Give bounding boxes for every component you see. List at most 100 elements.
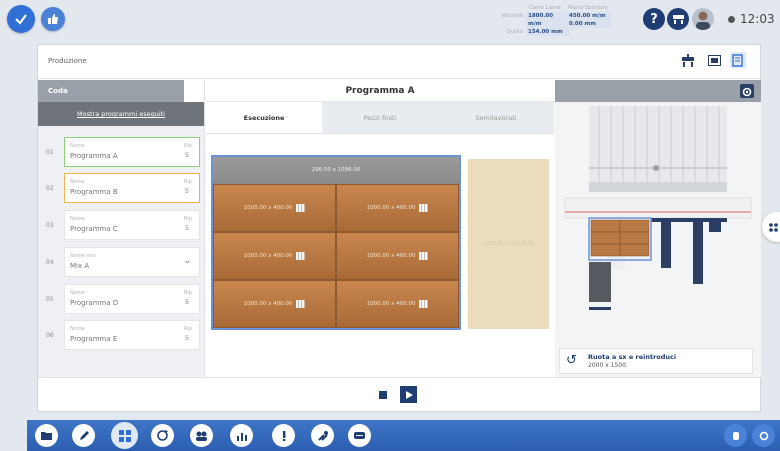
tab-pezzi-finiti[interactable]: Pezzi finiti — [322, 102, 438, 133]
machine-button[interactable] — [667, 8, 689, 30]
chevron-down-icon[interactable]: ⌄ — [183, 256, 191, 266]
barcode-icon — [419, 300, 429, 308]
panel-footer — [38, 377, 760, 411]
queue-header: Coda → — [38, 80, 204, 102]
queue-item-number: 02 — [46, 185, 54, 192]
piece-size: 1000.00 x 400.00 — [243, 253, 293, 259]
piece-size: 1000.00 x 400.00 — [243, 205, 293, 211]
tools-button[interactable] — [311, 424, 334, 447]
rep-label: Rip — [183, 290, 192, 296]
hand-icon — [732, 431, 739, 440]
cut-piece[interactable]: 1000.00 x 400.00 — [336, 184, 459, 232]
panel-header: Produzione — [38, 45, 760, 79]
queue-item-mix[interactable]: 04 Nome mix Mix A ⌄ — [38, 247, 205, 277]
machine-view: ↺ Ruota a sx e reintroduci 2000 x 1500 — [555, 80, 761, 377]
machine-view-header — [555, 80, 761, 102]
name-label: Nome — [70, 216, 85, 222]
pencil-icon — [79, 430, 89, 440]
open-folder-button[interactable] — [35, 424, 58, 447]
saw-machine-icon — [672, 15, 684, 24]
queue-forward-button[interactable]: → — [184, 80, 204, 102]
alerts-button[interactable] — [272, 424, 295, 447]
settings-button[interactable] — [740, 84, 754, 98]
gear-icon — [759, 431, 768, 440]
program-title: Programma A — [206, 80, 554, 102]
rotate-left-icon: ↺ — [566, 353, 577, 368]
rotate-icon — [157, 430, 168, 441]
statistics-button[interactable] — [230, 424, 253, 447]
check-button[interactable] — [7, 5, 35, 33]
scrap-area: 2000.00 x 1500.00 — [468, 159, 549, 329]
cut-piece[interactable]: 1000.00 x 400.00 — [213, 184, 336, 232]
list-view-button[interactable] — [706, 52, 722, 68]
program-name: Mix A — [70, 262, 90, 270]
rep-label: Rip — [183, 143, 192, 149]
program-view-button[interactable] — [730, 52, 746, 68]
thumbs-up-button[interactable] — [41, 7, 65, 31]
cut-piece[interactable]: 1000.00 x 400.00 — [336, 232, 459, 280]
thumbs-up-icon — [48, 14, 58, 24]
piece-size: 1000.00 x 400.00 — [366, 205, 416, 211]
stop-button[interactable] — [374, 386, 391, 403]
barcode-icon — [296, 300, 306, 308]
cut-piece[interactable]: 1000.00 x 400.00 — [213, 232, 336, 280]
show-executed-link[interactable]: Mostra programmi eseguiti — [38, 102, 204, 126]
queue-item[interactable]: 06 Nome Programma E Rip 5 — [38, 320, 205, 350]
cut-piece[interactable]: 1000.00 x 400.00 — [213, 280, 336, 328]
layout-button[interactable] — [111, 422, 138, 449]
help-button[interactable]: ? — [643, 8, 665, 30]
metric-label — [558, 20, 564, 28]
queue-item[interactable]: 05 Nome Programma D Rip 5 — [38, 284, 205, 314]
tab-semilavorati[interactable]: Semilavorati — [438, 102, 554, 133]
users-icon — [196, 431, 207, 441]
queue-card[interactable]: Nome Programma E Rip 5 — [64, 320, 200, 350]
edit-button[interactable] — [72, 424, 95, 447]
queue-card[interactable]: Nome mix Mix A ⌄ — [64, 247, 200, 277]
piece-size: 1000.00 x 400.00 — [243, 301, 293, 307]
queue-item[interactable]: 02 Nome Programma B Rip 5 — [38, 173, 205, 203]
side-drawer-handle[interactable] — [762, 212, 780, 242]
users-button[interactable] — [190, 424, 213, 447]
queue-item-number: 05 — [46, 296, 54, 303]
queue-item[interactable]: 01 Nome Programma A Rip 5 — [38, 137, 205, 167]
settings-toolbar-button[interactable] — [752, 424, 775, 447]
rotation-size: 2000 x 1500 — [588, 362, 626, 369]
bottom-toolbar — [27, 420, 780, 451]
program-name: Programma C — [70, 225, 118, 233]
play-button[interactable] — [400, 386, 417, 403]
queue-column: Coda → Mostra programmi eseguiti 01 Nome… — [38, 80, 205, 377]
clock-time: 12:03 — [740, 12, 775, 26]
name-label: Nome — [70, 143, 85, 149]
queue-card[interactable]: Nome Programma B Rip 5 — [64, 173, 200, 203]
rotate-button[interactable] — [151, 424, 174, 447]
program-name: Programma D — [70, 299, 119, 307]
tab-esecuzione[interactable]: Esecuzione — [206, 102, 322, 133]
exclamation-icon — [282, 430, 285, 441]
arrow-right-icon: → — [194, 87, 200, 95]
program-name: Programma E — [70, 335, 118, 343]
barcode-icon — [419, 204, 429, 212]
production-panel: Produzione Coda → Mostra programmi esegu… — [37, 44, 761, 412]
machine-view-button[interactable] — [680, 52, 696, 68]
queue-card[interactable]: Nome Programma A Rip 5 — [64, 137, 200, 167]
queue-card[interactable]: Nome Programma D Rip 5 — [64, 284, 200, 314]
user-avatar[interactable] — [692, 8, 714, 30]
cut-piece[interactable]: 1000.00 x 400.00 — [336, 280, 459, 328]
queue-item[interactable]: 03 Nome Programma C Rip 5 — [38, 210, 205, 240]
rep-value: 5 — [184, 334, 189, 342]
piano-spintore-metrics: Piano Spintore 450.00 m/m 0.00 mm — [558, 4, 611, 28]
machine-drawing — [564, 106, 752, 310]
cutting-sheet[interactable]: 296.00 x 1096.00 1000.00 x 400.00 1000.0… — [211, 155, 461, 330]
drive-icon — [354, 432, 365, 439]
database-button[interactable] — [348, 424, 371, 447]
scrap-size: 2000.00 x 1500.00 — [482, 241, 535, 247]
queue-card[interactable]: Nome Programma C Rip 5 — [64, 210, 200, 240]
rotation-title: Ruota a sx e reintroduci — [588, 353, 677, 361]
rep-label: Rip — [183, 216, 192, 222]
bar-chart-icon — [236, 432, 247, 441]
panel-icon — [707, 54, 721, 66]
hand-button[interactable] — [724, 424, 747, 447]
piece-size: 1000.00 x 400.00 — [366, 301, 416, 307]
queue-item-number: 06 — [46, 332, 54, 339]
wrench-icon — [317, 430, 328, 441]
